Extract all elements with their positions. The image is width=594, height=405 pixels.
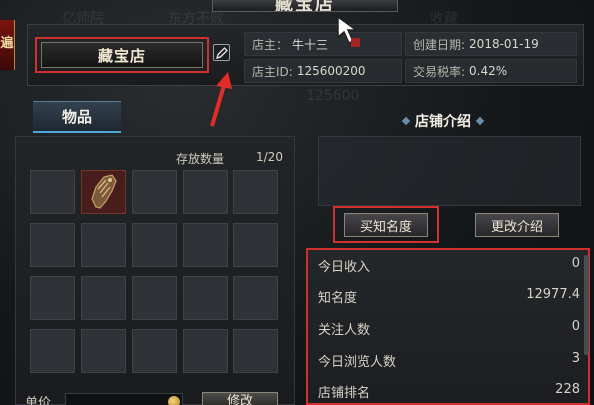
stat-label: 今日浏览人数 xyxy=(318,355,397,370)
intro-text-box xyxy=(318,136,581,206)
item-slot[interactable] xyxy=(233,223,278,267)
item-slot[interactable] xyxy=(30,223,75,267)
created-value: 2018-01-19 xyxy=(469,37,539,51)
storage-count: 1/20 xyxy=(256,150,283,164)
item-slot[interactable] xyxy=(183,170,228,214)
stat-value: 0 xyxy=(571,319,580,334)
tax-field: 交易税率: 0.42% xyxy=(405,59,577,83)
side-ribbon-label: 遍 xyxy=(0,36,14,51)
stat-label: 知名度 xyxy=(318,291,358,306)
created-label: 创建日期: xyxy=(413,37,466,52)
price-input[interactable] xyxy=(65,393,183,405)
stats-scrollbar[interactable] xyxy=(584,255,589,355)
modify-price-button[interactable]: 修改 xyxy=(202,392,278,405)
stat-label: 关注人数 xyxy=(318,323,371,338)
item-slot[interactable] xyxy=(132,170,177,214)
intro-heading: 店铺介绍 xyxy=(388,110,498,132)
storage-label: 存放数量 xyxy=(176,152,225,166)
item-slot[interactable] xyxy=(233,276,278,320)
tab-underline xyxy=(33,131,121,133)
window-title-tab: 藏宝店 xyxy=(212,0,398,12)
item-slot[interactable] xyxy=(183,276,228,320)
owner-id-label: 店主ID: xyxy=(252,64,293,79)
item-slot[interactable] xyxy=(233,329,278,373)
item-slot[interactable] xyxy=(183,223,228,267)
arrow-icon xyxy=(210,72,232,127)
owner-field: 店主： 牛十三 xyxy=(244,32,402,56)
modify-price-label: 修改 xyxy=(226,394,253,405)
stat-row: 今日浏览人数 3 xyxy=(312,351,582,371)
stat-row: 今日收入 0 xyxy=(312,256,582,276)
stat-row: 店铺排名 228 xyxy=(312,382,582,402)
item-slot[interactable] xyxy=(183,329,228,373)
item-slot[interactable] xyxy=(81,276,126,320)
owner-value: 牛十三 xyxy=(292,37,329,52)
item-slot[interactable] xyxy=(132,223,177,267)
change-intro-button[interactable]: 更改介绍 xyxy=(475,213,559,237)
edit-icon xyxy=(216,47,228,59)
window-title: 藏宝店 xyxy=(275,0,335,12)
tax-value: 0.42% xyxy=(469,64,508,78)
intro-title: 店铺介绍 xyxy=(415,114,471,130)
item-slot[interactable] xyxy=(30,329,75,373)
owner-label: 店主： xyxy=(252,37,289,52)
created-field: 创建日期: 2018-01-19 xyxy=(405,32,577,56)
shop-name-field[interactable]: 藏宝店 xyxy=(41,42,203,68)
price-label: 单价 xyxy=(25,396,52,405)
ghost-text: 125600 xyxy=(306,88,360,104)
item-slot[interactable] xyxy=(132,329,177,373)
item-slot[interactable] xyxy=(30,170,75,214)
stat-row: 关注人数 0 xyxy=(312,319,582,339)
owner-id-field: 店主ID: 125600200 xyxy=(244,59,402,83)
item-slot[interactable] xyxy=(233,170,278,214)
item-slot[interactable] xyxy=(81,329,126,373)
side-ribbon[interactable]: 遍 xyxy=(0,20,15,70)
tab-items[interactable]: 物品 xyxy=(33,101,121,133)
tab-items-label: 物品 xyxy=(61,108,92,126)
shop-name-highlight: 藏宝店 xyxy=(35,37,209,73)
cursor-icon xyxy=(337,15,360,47)
gauntlet-icon xyxy=(91,174,117,209)
stat-row: 知名度 12977.4 xyxy=(312,287,582,307)
coin-icon xyxy=(168,396,180,405)
stat-label: 今日收入 xyxy=(318,260,371,275)
item-slot[interactable] xyxy=(81,170,126,214)
stat-value: 3 xyxy=(571,351,580,366)
tax-label: 交易税率: xyxy=(413,64,466,79)
edit-name-button[interactable] xyxy=(213,44,230,61)
item-slot[interactable] xyxy=(30,276,75,320)
stat-value: 12977.4 xyxy=(526,287,580,302)
stat-value: 228 xyxy=(555,382,580,397)
diamond-icon xyxy=(475,116,485,126)
stat-label: 店铺排名 xyxy=(318,386,371,401)
diamond-icon xyxy=(401,116,411,126)
item-slot[interactable] xyxy=(132,276,177,320)
owner-id-value: 125600200 xyxy=(296,64,366,78)
stat-value: 0 xyxy=(571,256,580,271)
item-slot[interactable] xyxy=(81,223,126,267)
buy-fame-button[interactable]: 买知名度 xyxy=(344,213,428,237)
